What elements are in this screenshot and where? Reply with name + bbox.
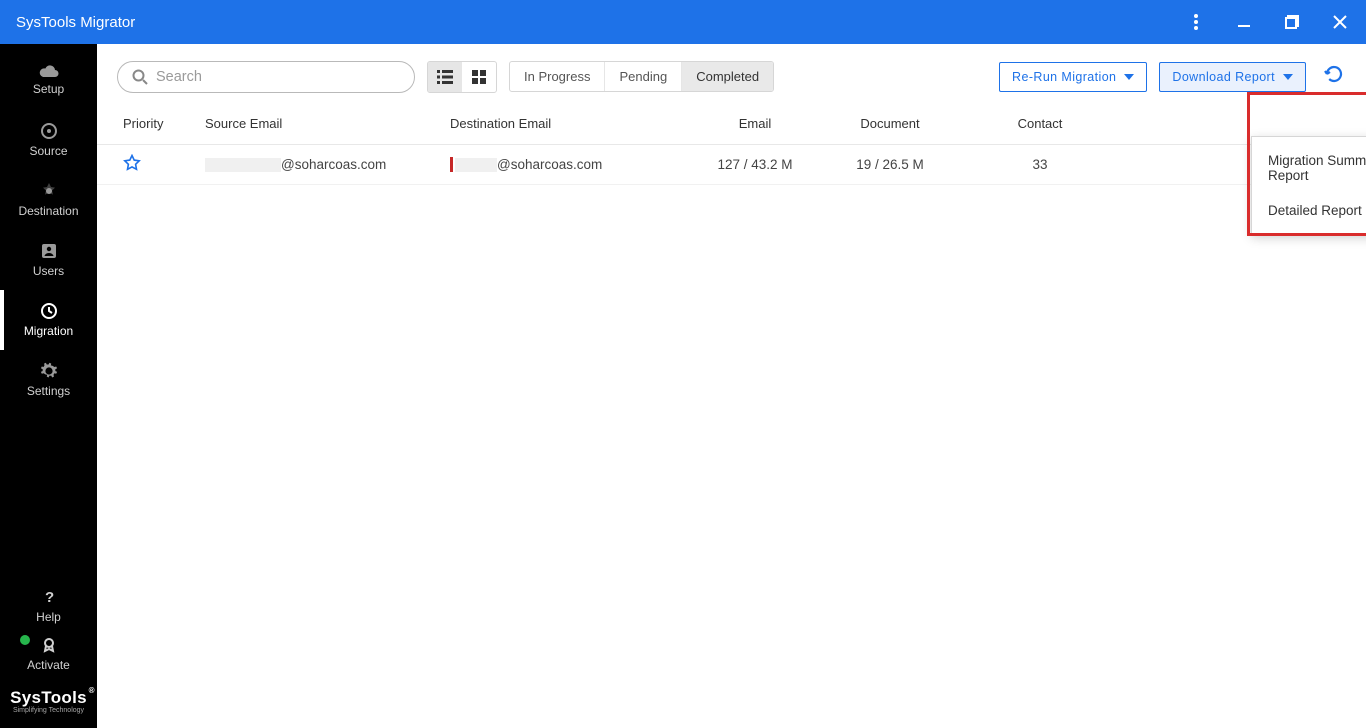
sidebar-item-migration[interactable]: Migration	[0, 290, 97, 350]
col-destination: Destination Email	[450, 116, 695, 131]
target-icon	[40, 182, 58, 200]
sidebar-label: Activate	[27, 658, 70, 672]
tab-completed[interactable]: Completed	[682, 62, 773, 91]
table-header: Priority Source Email Destination Email …	[97, 109, 1366, 145]
chevron-down-icon	[1124, 74, 1134, 80]
grid-view-icon[interactable]	[462, 62, 496, 92]
download-report-dropdown: Migration Summary Report Detailed Report	[1251, 136, 1366, 235]
search-input[interactable]	[117, 61, 415, 93]
award-icon	[40, 636, 58, 654]
clock-icon	[40, 302, 58, 320]
window-controls	[1176, 2, 1360, 42]
redacted-text	[205, 158, 281, 172]
col-email: Email	[695, 116, 815, 131]
tab-in-progress[interactable]: In Progress	[510, 62, 605, 91]
download-report-button[interactable]: Download Report	[1159, 62, 1306, 92]
titlebar: SysTools Migrator	[0, 0, 1366, 44]
star-icon	[123, 154, 141, 172]
rerun-migration-button[interactable]: Re-Run Migration	[999, 62, 1147, 92]
sidebar-label: Settings	[27, 384, 70, 398]
close-icon[interactable]	[1320, 2, 1360, 42]
sidebar-item-setup[interactable]: Setup	[0, 50, 97, 110]
col-source: Source Email	[205, 116, 450, 131]
sidebar-label: Help	[36, 610, 61, 624]
toolbar: In Progress Pending Completed Re-Run Mig…	[97, 44, 1366, 109]
sidebar: Setup Source Destination Users Migration…	[0, 44, 97, 728]
email-count-cell: 127 / 43.2 M	[695, 157, 815, 172]
sidebar-item-help[interactable]: ? Help	[0, 582, 97, 630]
redacted-text	[455, 158, 497, 172]
red-mark-icon	[450, 157, 453, 172]
sidebar-label: Source	[29, 144, 67, 158]
gear-icon	[40, 362, 58, 380]
view-toggle	[427, 61, 497, 93]
priority-star[interactable]	[117, 154, 205, 175]
maximize-icon[interactable]	[1272, 2, 1312, 42]
search-icon	[132, 69, 148, 85]
destination-email-cell: @soharcoas.com	[450, 157, 695, 173]
table-row[interactable]: @soharcoas.com @soharcoas.com 127 / 43.2…	[97, 145, 1366, 185]
col-contact: Contact	[965, 116, 1115, 131]
svg-text:?: ?	[45, 589, 54, 606]
search-field[interactable]	[156, 69, 400, 85]
sidebar-item-activate[interactable]: Activate	[0, 630, 97, 678]
sidebar-label: Users	[33, 264, 64, 278]
col-priority: Priority	[117, 116, 205, 131]
document-count-cell: 19 / 26.5 M	[815, 157, 965, 172]
main-content: In Progress Pending Completed Re-Run Mig…	[97, 44, 1366, 728]
sidebar-label: Setup	[33, 82, 64, 96]
col-document: Document	[815, 116, 965, 131]
help-icon: ?	[42, 588, 56, 606]
app-title: SysTools Migrator	[16, 14, 135, 31]
cloud-icon	[39, 64, 59, 78]
sidebar-item-users[interactable]: Users	[0, 230, 97, 290]
sidebar-item-source[interactable]: Source	[0, 110, 97, 170]
contact-count-cell: 33	[965, 157, 1115, 172]
more-icon[interactable]	[1176, 2, 1216, 42]
list-view-icon[interactable]	[428, 62, 462, 92]
sidebar-label: Migration	[24, 324, 73, 338]
dropdown-detailed-report[interactable]: Detailed Report	[1252, 193, 1366, 228]
sidebar-item-settings[interactable]: Settings	[0, 350, 97, 410]
sidebar-item-destination[interactable]: Destination	[0, 170, 97, 230]
brand-logo: SysTools® Simplifying Technology	[0, 678, 97, 728]
dropdown-summary-report[interactable]: Migration Summary Report	[1252, 143, 1366, 193]
refresh-icon[interactable]	[1320, 60, 1348, 93]
status-dot-icon	[19, 634, 31, 646]
minimize-icon[interactable]	[1224, 2, 1264, 42]
status-tabs: In Progress Pending Completed	[509, 61, 774, 92]
users-icon	[40, 242, 58, 260]
sidebar-label: Destination	[18, 204, 78, 218]
source-icon	[40, 122, 58, 140]
chevron-down-icon	[1283, 74, 1293, 80]
source-email-cell: @soharcoas.com	[205, 157, 450, 172]
tab-pending[interactable]: Pending	[605, 62, 682, 91]
